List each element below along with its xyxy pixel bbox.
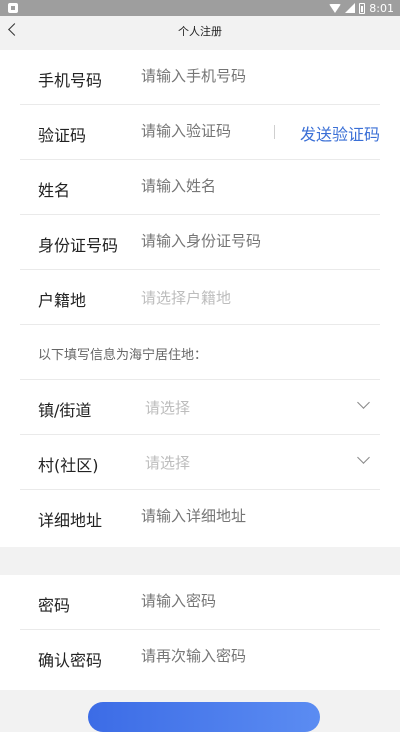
confirm-password-input[interactable] [141, 647, 341, 665]
town-select[interactable]: 请选择 [145, 397, 190, 418]
confirm-password-label: 确认密码 [38, 651, 103, 670]
chevron-down-icon[interactable] [357, 396, 370, 409]
name-label: 姓名 [38, 181, 71, 200]
name-input[interactable] [141, 177, 341, 195]
phone-row: 手机号码 [20, 50, 380, 105]
phone-label: 手机号码 [38, 71, 103, 90]
page-title: 个人注册 [178, 25, 222, 38]
password-label: 密码 [38, 596, 71, 615]
household-row[interactable]: 户籍地 请选择户籍地 [20, 270, 380, 325]
signal-icon [345, 3, 356, 13]
confirm-password-row: 确认密码 [20, 630, 380, 685]
id-number-input[interactable] [141, 232, 341, 250]
address-input[interactable] [141, 507, 341, 525]
send-code-button[interactable]: 发送验证码 [300, 121, 380, 145]
battery-icon [359, 2, 366, 14]
submit-button[interactable] [88, 702, 320, 732]
password-form: 密码 确认密码 [20, 575, 380, 690]
residence-note-row: 以下填写信息为海宁居住地： [20, 325, 380, 380]
code-divider [274, 125, 275, 139]
id-number-label: 身份证号码 [38, 236, 119, 255]
wifi-icon [329, 3, 342, 13]
name-row: 姓名 [20, 160, 380, 215]
phone-input[interactable] [141, 67, 341, 85]
title-bar: 个人注册 [0, 16, 400, 46]
residence-note: 以下填写信息为海宁居住地： [38, 348, 208, 363]
code-label: 验证码 [38, 126, 87, 145]
address-label: 详细地址 [38, 511, 103, 530]
password-input[interactable] [141, 592, 341, 610]
household-label: 户籍地 [38, 291, 87, 310]
chevron-down-icon[interactable] [357, 451, 370, 464]
address-row: 详细地址 [20, 490, 380, 545]
code-row: 验证码 发送验证码 [20, 105, 380, 160]
status-bar: 8:01 [0, 0, 400, 16]
password-row: 密码 [20, 575, 380, 630]
notification-icon [8, 3, 18, 13]
status-time: 8:01 [369, 1, 394, 15]
status-indicators: 8:01 [329, 1, 394, 15]
id-number-row: 身份证号码 [20, 215, 380, 270]
town-row[interactable]: 镇/街道 请选择 [20, 380, 380, 435]
town-label: 镇/街道 [38, 401, 92, 420]
household-select[interactable]: 请选择户籍地 [141, 287, 231, 308]
village-label: 村(社区) [38, 456, 99, 475]
village-select[interactable]: 请选择 [145, 452, 190, 473]
village-row[interactable]: 村(社区) 请选择 [20, 435, 380, 490]
registration-form: 手机号码 验证码 发送验证码 姓名 身份证号码 户籍地 请选择户籍地 以下填写信… [20, 50, 380, 547]
code-input[interactable] [141, 122, 261, 140]
